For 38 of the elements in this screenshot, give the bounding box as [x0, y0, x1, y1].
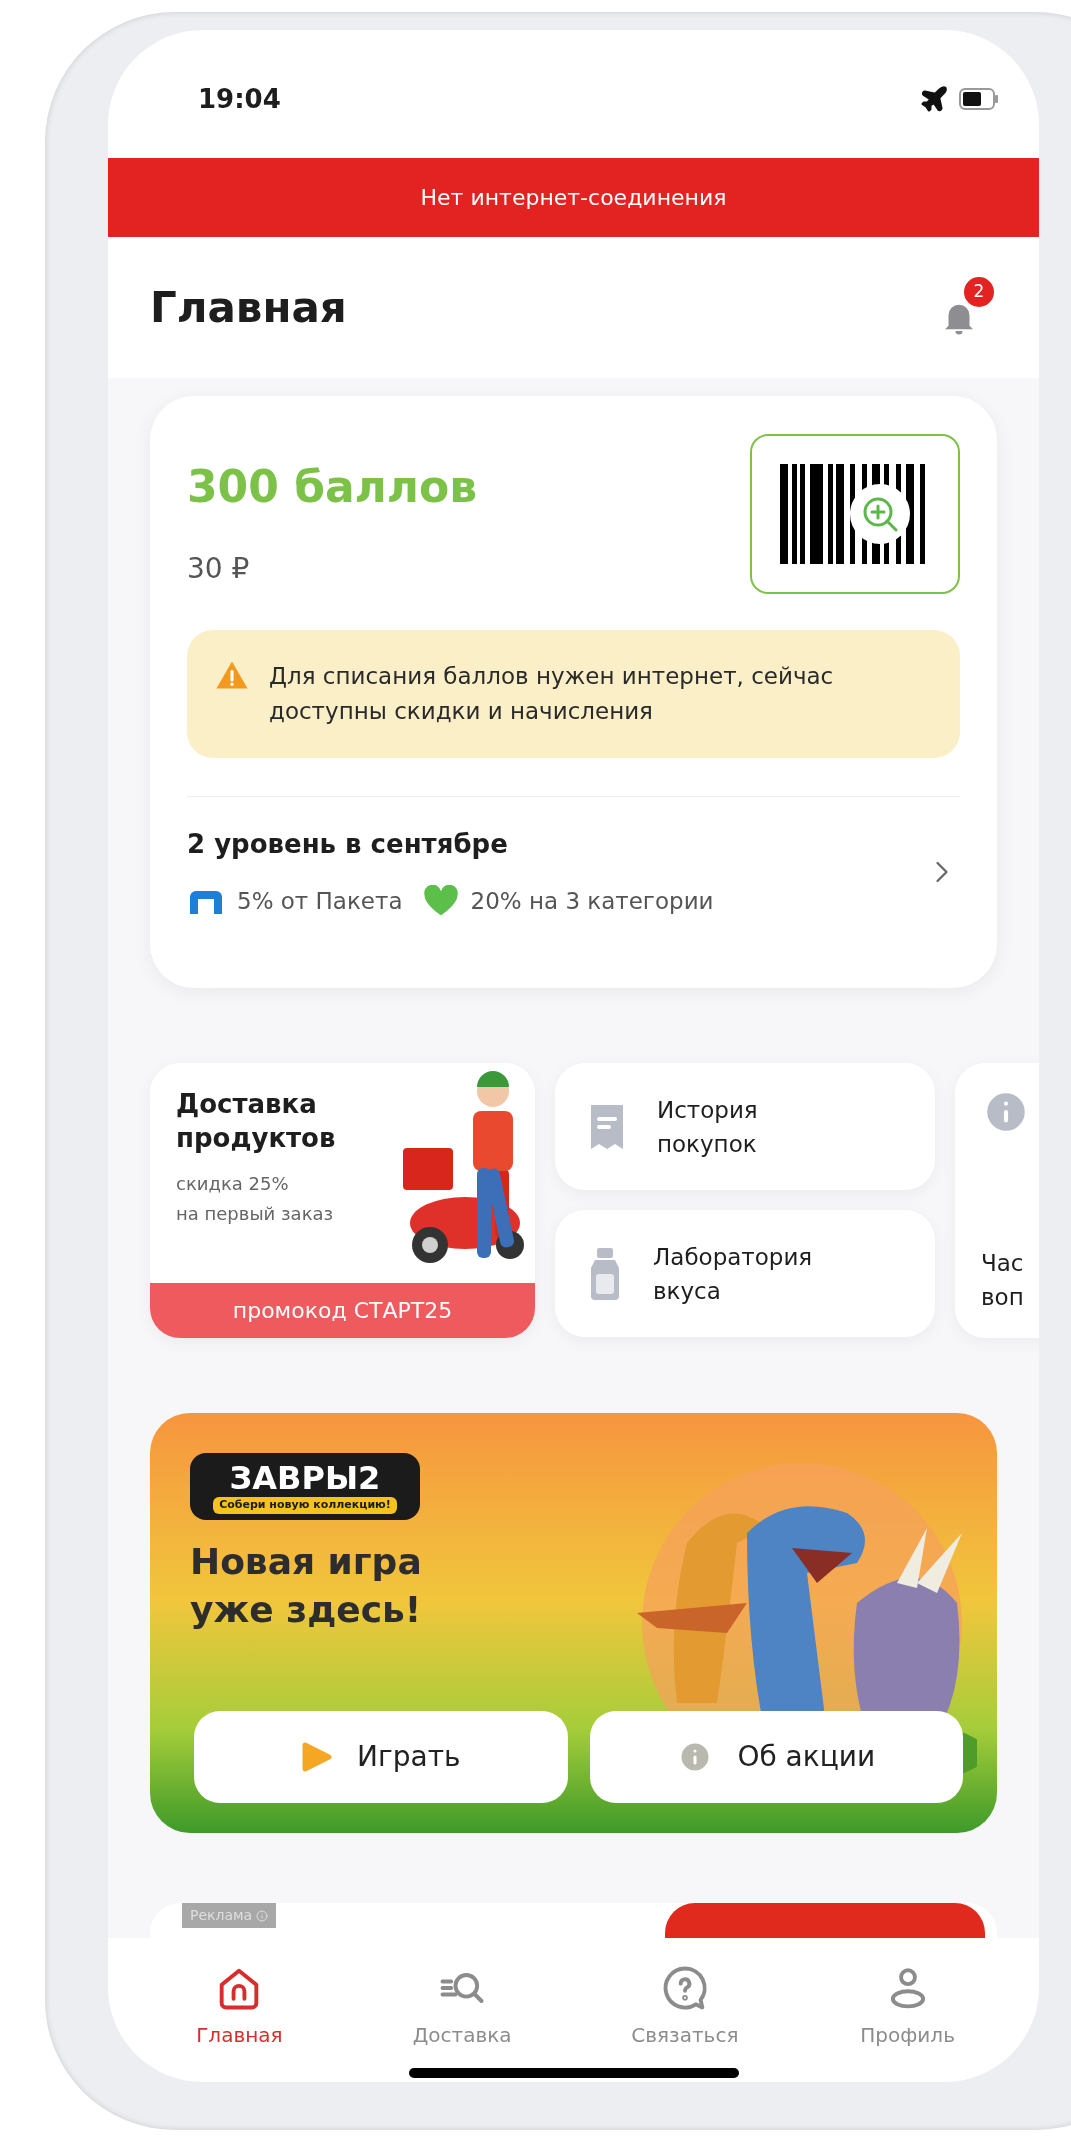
logo-subtitle: Собери новую коллекцию! — [213, 1497, 397, 1514]
tile-label: История покупок — [657, 1095, 759, 1159]
status-time: 19:04 — [198, 82, 281, 116]
perk-text: 5% от Пакета — [237, 887, 403, 916]
tile-label: Час — [981, 1249, 1025, 1278]
shortcut-tile[interactable]: История покупок — [555, 1063, 935, 1190]
tab-item[interactable]: Главная — [159, 1961, 320, 2050]
offline-banner: Нет интернет-соединения — [108, 158, 1039, 237]
promo-code-strip: промокод СТАРТ25 — [150, 1283, 535, 1338]
delivery-title: Доставка продуктов — [176, 1088, 337, 1155]
arch-icon — [187, 888, 225, 915]
promo-button[interactable]: Об акции — [589, 1711, 963, 1803]
promo-heading: Новая игра уже здесь! — [190, 1539, 423, 1632]
warning-text: Для списания баллов нужен интернет, сейчас доступны скидки и начисления — [269, 662, 835, 726]
airplane-icon — [919, 84, 949, 114]
logo-title: ЗАВРЫ2 — [229, 1459, 381, 1497]
delivery-subtitle: скидка 25% — [176, 1172, 290, 1196]
info-icon — [256, 1909, 269, 1922]
promo-button[interactable]: Играть — [194, 1711, 568, 1803]
shortcut-tile[interactable]: Лаборатория вкуса — [555, 1210, 935, 1337]
battery-icon — [959, 88, 999, 110]
tile-label: Лаборатория вкуса — [653, 1242, 814, 1306]
notifications-button[interactable]: 2 — [938, 276, 994, 339]
level-title: 2 уровень в сентябре — [187, 828, 509, 861]
play-icon — [301, 1740, 334, 1774]
delivery-subtitle: на первый заказ — [176, 1202, 335, 1226]
heart-icon — [422, 885, 459, 918]
perk-text: 20% на 3 категории — [470, 887, 714, 916]
level-row[interactable]: 2 уровень в сентябре 5% от Пакета 20% на 3 категории — [187, 825, 960, 919]
barcode-button[interactable] — [750, 434, 960, 594]
warning-icon — [215, 660, 249, 690]
rubles-balance: 30 ₽ — [187, 551, 251, 587]
notification-badge: 2 — [964, 276, 994, 307]
delivery-tile[interactable]: Доставка продуктов скидка 25% на первый заказ промокод СТАРТ25 — [150, 1063, 535, 1338]
faq-tile[interactable]: Час воп — [955, 1063, 1039, 1338]
points-balance: 300 баллов — [187, 460, 478, 514]
tile-label: воп — [981, 1283, 1025, 1312]
page-title: Главная — [150, 282, 347, 334]
